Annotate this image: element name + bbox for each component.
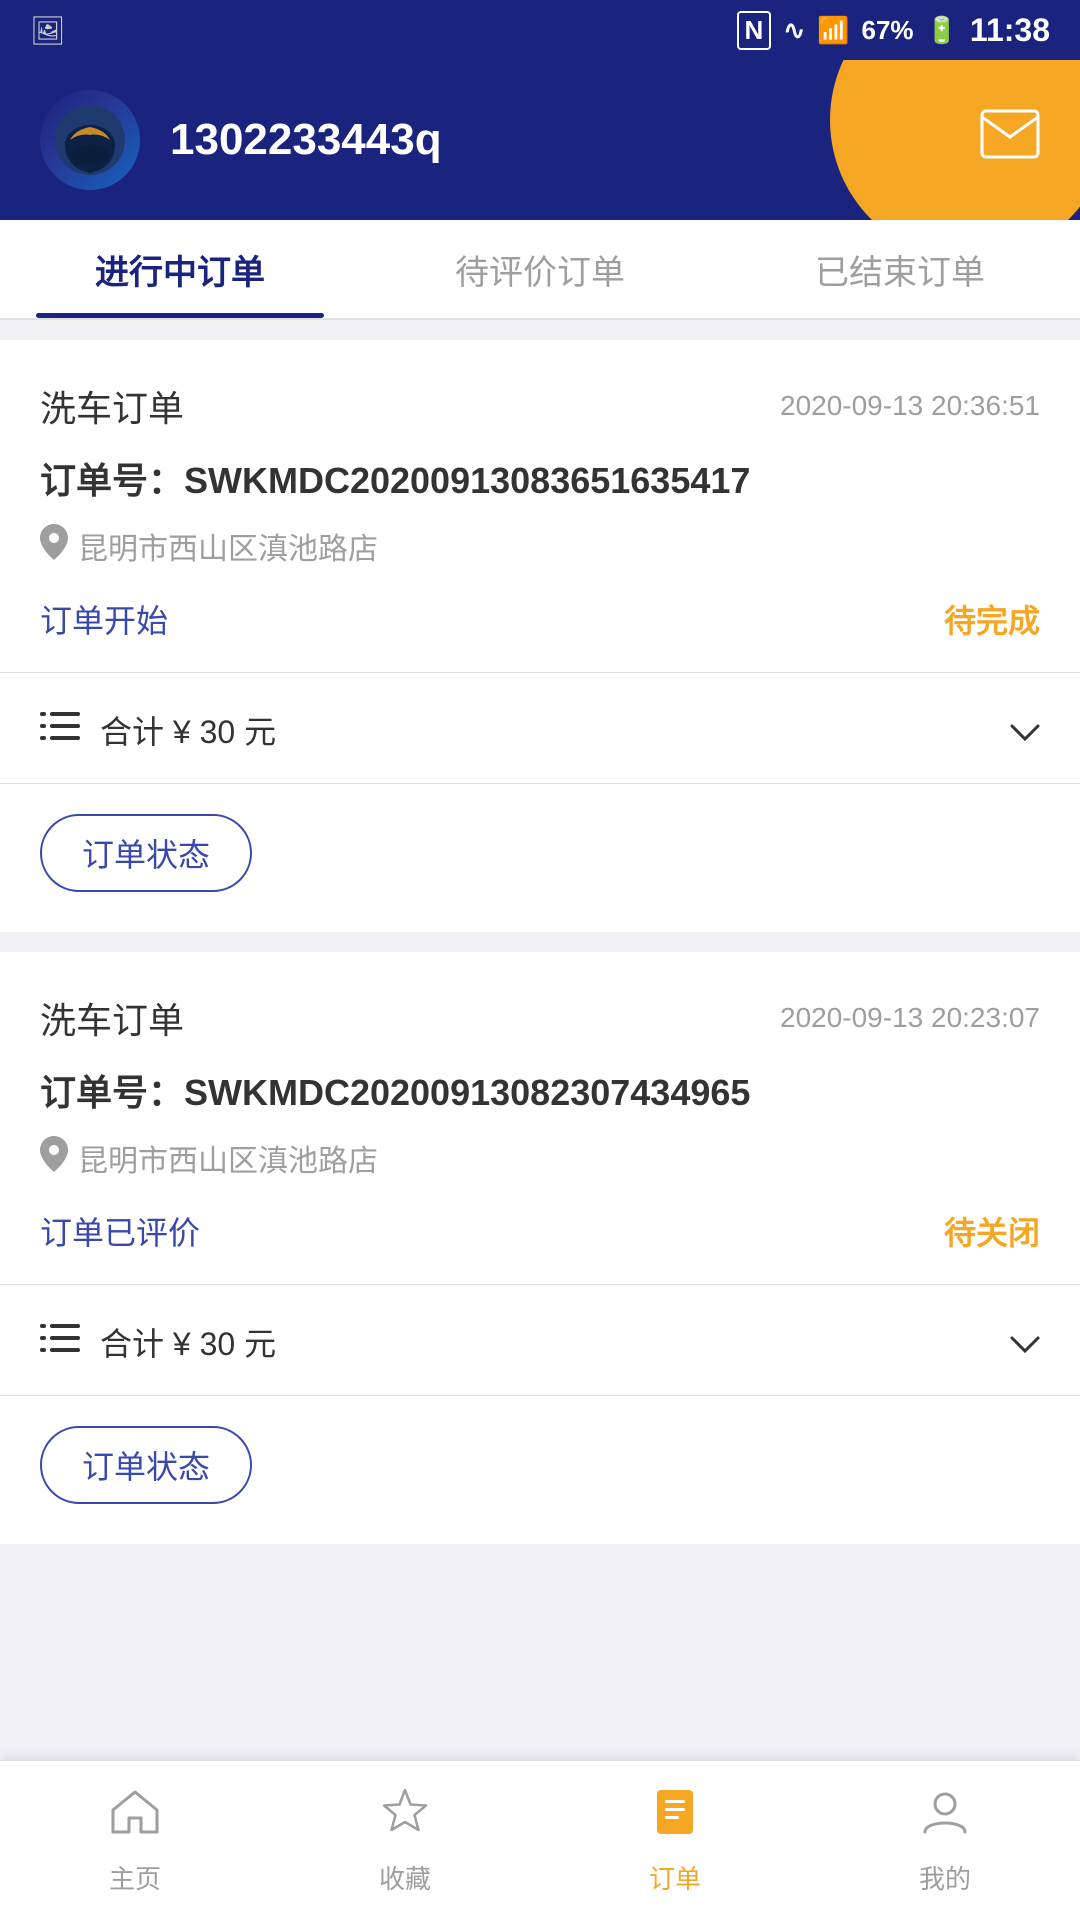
header-decoration [830,60,1080,220]
location-icon-2 [40,1136,68,1180]
tab-ended-orders[interactable]: 已结束订单 [720,220,1080,318]
location-icon-1 [40,524,68,568]
order-divider-1b [0,783,1080,784]
photo-icon: 🖼 [30,14,66,47]
order-status-right-2: 待关闭 [944,1208,1040,1254]
nfc-icon: N [737,11,772,50]
status-bar-left: 🖼 [30,14,66,47]
header: 1302233443q [0,60,1080,220]
status-bar-right: N ∿ 📶 67% 🔋 11:38 [737,11,1050,50]
user-icon [919,1786,971,1851]
nav-home[interactable]: 主页 [0,1761,270,1920]
list-icon-2 [40,1321,80,1363]
nav-mine[interactable]: 我的 [810,1761,1080,1920]
order-status-right-1: 待完成 [944,596,1040,642]
order-type-2: 洗车订单 [40,992,184,1044]
orders-list: 洗车订单 2020-09-13 20:36:51 订单号：SWKMDC20200… [0,320,1080,1744]
chevron-down-icon-2[interactable] [1010,1321,1040,1363]
order-total-text-2: 合计 ¥ 30 元 [100,1319,276,1365]
order-type-1: 洗车订单 [40,380,184,432]
order-total-left-1: 合计 ¥ 30 元 [40,707,276,753]
orders-icon [649,1786,701,1851]
order-number-1: 订单号：SWKMDC20200913083651635417 [40,452,1040,504]
order-card-2: 洗车订单 2020-09-13 20:23:07 订单号：SWKMDC20200… [0,952,1080,1544]
bottom-nav: 主页 收藏 订单 我的 [0,1760,1080,1920]
order-divider-2a [0,1284,1080,1285]
wifi-icon: ∿ [783,15,805,46]
avatar [40,90,140,190]
order-time-2: 2020-09-13 20:23:07 [780,1002,1040,1034]
time-display: 11:38 [970,12,1050,49]
order-header-2: 洗车订单 2020-09-13 20:23:07 [40,992,1040,1044]
username-display: 1302233443q [170,115,442,165]
order-status-row-2: 订单已评价 待关闭 [40,1208,1040,1254]
order-divider-1a [0,672,1080,673]
header-left: 1302233443q [40,90,442,190]
battery-icon: 🔋 [926,15,958,46]
order-status-left-1: 订单开始 [40,596,168,642]
order-card-1: 洗车订单 2020-09-13 20:36:51 订单号：SWKMDC20200… [0,340,1080,932]
order-location-2: 昆明市西山区滇池路店 [40,1136,1040,1180]
order-header-1: 洗车订单 2020-09-13 20:36:51 [40,380,1040,432]
home-icon [109,1786,161,1851]
nav-favorites[interactable]: 收藏 [270,1761,540,1920]
status-bar: 🖼 N ∿ 📶 67% 🔋 11:38 [0,0,1080,60]
list-icon-1 [40,709,80,751]
order-status-btn-1[interactable]: 订单状态 [40,814,252,892]
tab-active-orders[interactable]: 进行中订单 [0,220,360,318]
nav-home-label: 主页 [109,1859,161,1896]
chevron-down-icon-1[interactable] [1010,709,1040,751]
nav-mine-label: 我的 [919,1859,971,1896]
avatar-image [40,90,140,190]
order-status-row-1: 订单开始 待完成 [40,596,1040,642]
order-divider-2b [0,1395,1080,1396]
mail-button[interactable] [980,109,1040,172]
location-text-2: 昆明市西山区滇池路店 [78,1136,378,1180]
tabs-container: 进行中订单 待评价订单 已结束订单 [0,220,1080,320]
order-status-left-2: 订单已评价 [40,1208,200,1254]
order-total-left-2: 合计 ¥ 30 元 [40,1319,276,1365]
order-status-btn-2[interactable]: 订单状态 [40,1426,252,1504]
order-total-text-1: 合计 ¥ 30 元 [100,707,276,753]
nav-orders-label: 订单 [649,1859,701,1896]
nav-favorites-label: 收藏 [379,1859,431,1896]
star-icon [379,1786,431,1851]
order-location-1: 昆明市西山区滇池路店 [40,524,1040,568]
order-total-row-1[interactable]: 合计 ¥ 30 元 [40,697,1040,763]
order-total-row-2[interactable]: 合计 ¥ 30 元 [40,1309,1040,1375]
signal-icon: 📶 [817,15,849,46]
order-time-1: 2020-09-13 20:36:51 [780,390,1040,422]
location-text-1: 昆明市西山区滇池路店 [78,524,378,568]
battery-percent: 67% [862,15,914,46]
order-number-2: 订单号：SWKMDC20200913082307434965 [40,1064,1040,1116]
nav-orders[interactable]: 订单 [540,1761,810,1920]
tab-pending-orders[interactable]: 待评价订单 [360,220,720,318]
